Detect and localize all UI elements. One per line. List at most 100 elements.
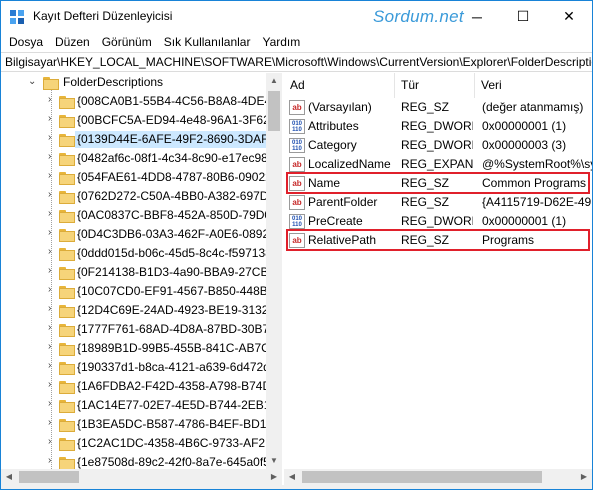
scroll-up-arrow-icon[interactable]: ▲ (266, 73, 282, 89)
expand-chevron-icon[interactable]: › (48, 189, 51, 200)
value-type: REG_SZ (401, 195, 450, 209)
folder-icon (59, 286, 75, 299)
minimize-button[interactable]: ─ (454, 1, 500, 32)
folder-icon (59, 210, 75, 223)
scroll-left-arrow-icon[interactable]: ◀ (284, 469, 300, 485)
maximize-icon: ☐ (516, 8, 530, 24)
tree-item-label: {1A6FDBA2-F42D-4358-A798-B74D745926C5} (77, 379, 281, 393)
value-row[interactable]: 010 110 Attributes REG_DWORD 0x00000001 (1) (284, 117, 592, 136)
tree-item[interactable]: › {0762D272-C50A-4BB0-A382-697DCD729B80} (1, 187, 281, 206)
collapse-chevron-icon[interactable]: ⌄ (28, 76, 36, 87)
folder-icon (59, 153, 75, 166)
menu-duzen[interactable]: Düzen (49, 35, 96, 49)
tree-item[interactable]: › {10C07CD0-EF91-4567-B850-448B77CB37F9} (1, 282, 281, 301)
scroll-right-arrow-icon[interactable]: ▶ (266, 469, 282, 485)
tree-item[interactable]: › {00BCFC5A-ED94-4e48-96A1-3F6217F21990} (1, 111, 281, 130)
menu-gorunum[interactable]: Görünüm (96, 35, 158, 49)
tree-item-label: {1e87508d-89c2-42f0-8a7e-645a0f50ca58} (77, 455, 281, 469)
tree-item-label: {0AC0837C-BBF8-452A-850D-79D08E667CA7} (77, 208, 281, 222)
expand-chevron-icon[interactable]: › (48, 246, 51, 257)
tree-item[interactable]: › {0ddd015d-b06c-45d5-8c4c-f59713854639} (1, 244, 281, 263)
address-bar[interactable]: Bilgisayar\HKEY_LOCAL_MACHINE\SOFTWARE\M… (1, 52, 592, 72)
expand-chevron-icon[interactable]: › (48, 436, 51, 447)
menu-yardim[interactable]: Yardım (256, 35, 306, 49)
tree-item[interactable]: › {1777F761-68AD-4D8A-87BD-30B759FA33DD} (1, 320, 281, 339)
tree-item[interactable]: › {1B3EA5DC-B587-4786-B4EF-BD1DC332AEAE} (1, 415, 281, 434)
expand-chevron-icon[interactable]: › (48, 322, 51, 333)
folder-icon (59, 96, 75, 109)
tree-item[interactable]: › {18989B1D-99B5-455B-841C-AB7C74E4DDFC} (1, 339, 281, 358)
status-bar (1, 485, 592, 489)
tree-item-label: {0482af6c-08f1-4c34-8c90-e17ec98b1e17} (77, 151, 281, 165)
value-row[interactable]: abParentFolder REG_SZ {A4115719-D62E-491D-… (284, 193, 592, 212)
folder-icon (59, 172, 75, 185)
tree-item[interactable]: › {0F214138-B1D3-4a90-BBA9-27CBC0C5389A} (1, 263, 281, 282)
scroll-down-arrow-icon[interactable]: ▼ (266, 453, 282, 469)
folder-icon (59, 248, 75, 261)
scroll-left-arrow-icon[interactable]: ◀ (1, 469, 17, 485)
tree-item-label: {190337d1-b8ca-4121-a639-6d472d16972a} (77, 360, 281, 374)
tree-vertical-scrollbar[interactable]: ▲ ▼ (266, 73, 282, 469)
scroll-thumb[interactable] (19, 471, 79, 483)
expand-chevron-icon[interactable]: › (48, 341, 51, 352)
menu-dosya[interactable]: Dosya (3, 35, 49, 49)
tree-item-label: {0F214138-B1D3-4a90-BBA9-27CBC0C5389A} (77, 265, 281, 279)
tree-item[interactable]: › {0482af6c-08f1-4c34-8c90-e17ec98b1e17} (1, 149, 281, 168)
tree-item[interactable]: › {0139D44E-6AFE-49F2-8690-3DAFCAE6FFB8} (1, 130, 281, 149)
expand-chevron-icon[interactable]: › (48, 455, 51, 466)
expand-chevron-icon[interactable]: › (48, 151, 51, 162)
value-row[interactable]: ab (Varsayılan) REG_SZ (değer atanmamış) (284, 98, 592, 117)
tree-item[interactable]: › {190337d1-b8ca-4121-a639-6d472d16972a} (1, 358, 281, 377)
expand-chevron-icon[interactable]: › (48, 379, 51, 390)
tree-item[interactable]: › {12D4C69E-24AD-4923-BE19-31321C43A767} (1, 301, 281, 320)
scroll-right-arrow-icon[interactable]: ▶ (576, 469, 592, 485)
column-header-name[interactable]: Ad (284, 73, 395, 98)
tree-item[interactable]: › {1e87508d-89c2-42f0-8a7e-645a0f50ca58} (1, 453, 281, 469)
maximize-button[interactable]: ☐ (500, 1, 546, 32)
string-value-icon: ab (289, 100, 305, 115)
expand-chevron-icon[interactable]: › (48, 132, 51, 143)
tree-item[interactable]: › {1C2AC1DC-4358-4B6C-9733-AF21156576F0} (1, 434, 281, 453)
tree-item-label: {1C2AC1DC-4358-4B6C-9733-AF21156576F0} (77, 436, 281, 450)
expand-chevron-icon[interactable]: › (48, 170, 51, 181)
expand-chevron-icon[interactable]: › (48, 417, 51, 428)
folder-icon (59, 400, 75, 413)
minimize-icon: ─ (472, 8, 482, 25)
expand-chevron-icon[interactable]: › (48, 94, 51, 105)
expand-chevron-icon[interactable]: › (48, 265, 51, 276)
tree-item-label: {1777F761-68AD-4D8A-87BD-30B759FA33DD} (77, 322, 281, 336)
tree-item[interactable]: › {008CA0B1-55B4-4C56-B8A8-4DE4B299D3BE} (1, 92, 281, 111)
folder-icon (59, 381, 75, 394)
folder-icon (59, 115, 75, 128)
key-tree-pane: ⌄ FolderDescriptions › {008CA0B1-55B4-4C5… (1, 73, 282, 469)
folder-icon (59, 457, 75, 469)
close-button[interactable]: ✕ (546, 1, 592, 32)
tree-item[interactable]: › {0AC0837C-BBF8-452A-850D-79D08E667CA7} (1, 206, 281, 225)
close-icon: ✕ (563, 8, 575, 24)
column-header-type[interactable]: Tür (395, 73, 475, 98)
tree-horizontal-scrollbar[interactable]: ◀ ▶ (1, 469, 282, 485)
value-row[interactable]: 010 110 Category REG_DWORD 0x00000003 (3) (284, 136, 592, 155)
value-name: Attributes (308, 119, 359, 133)
values-horizontal-scrollbar[interactable]: ◀ ▶ (284, 469, 592, 485)
value-name: (Varsayılan) (308, 100, 372, 114)
expand-chevron-icon[interactable]: › (48, 208, 51, 219)
dword-value-icon: 010 110 (289, 138, 305, 153)
scroll-thumb[interactable] (302, 471, 542, 483)
expand-chevron-icon[interactable]: › (48, 227, 51, 238)
expand-chevron-icon[interactable]: › (48, 113, 51, 124)
expand-chevron-icon[interactable]: › (48, 303, 51, 314)
title-bar[interactable]: Kayıt Defteri Düzenleyicisi Sordum.net ─… (1, 1, 592, 32)
scroll-thumb[interactable] (268, 91, 280, 131)
tree-item[interactable]: › {054FAE61-4DD8-4787-80B6-090220C4B700} (1, 168, 281, 187)
tree-item[interactable]: › {1AC14E77-02E7-4E5D-B744-2EB1AE5198B7} (1, 396, 281, 415)
tree-item[interactable]: › {0D4C3DB6-03A3-462F-A0E6-08924C41B5D4} (1, 225, 281, 244)
menu-sik-kullanilanlar[interactable]: Sık Kullanılanlar (158, 35, 257, 49)
folder-icon (59, 419, 75, 432)
expand-chevron-icon[interactable]: › (48, 284, 51, 295)
tree-item-folderdescriptions[interactable]: ⌄ FolderDescriptions (1, 73, 266, 92)
expand-chevron-icon[interactable]: › (48, 398, 51, 409)
tree-item[interactable]: › {1A6FDBA2-F42D-4358-A798-B74D745926C5} (1, 377, 281, 396)
column-header-data[interactable]: Veri (475, 73, 592, 98)
expand-chevron-icon[interactable]: › (48, 360, 51, 371)
